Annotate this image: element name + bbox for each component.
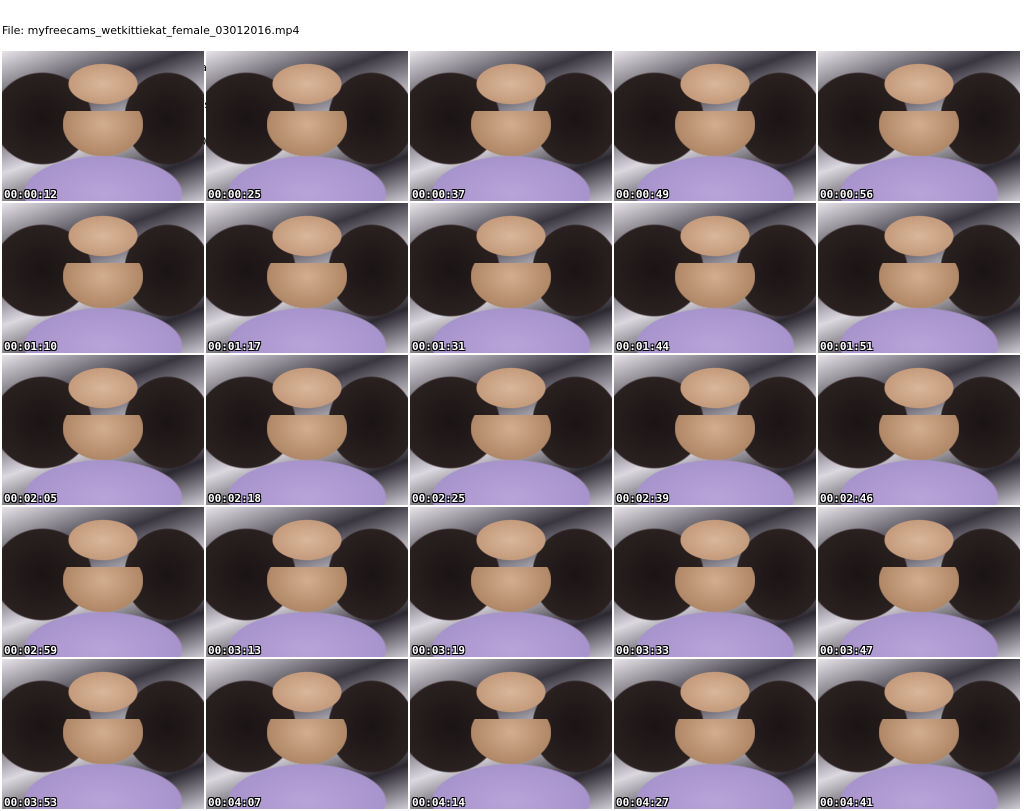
video-thumbnail: 00:02:59 [2,507,204,657]
frame-image [674,111,756,156]
thumbnail-timestamp: 00:00:12 [4,188,57,201]
frame-image [878,111,960,156]
thumbnail-timestamp: 00:01:44 [616,340,669,353]
frame-image [62,567,144,612]
frame-image [470,263,552,308]
frame-image [266,111,348,156]
thumbnail-timestamp: 00:02:18 [208,492,261,505]
frame-image [878,415,960,460]
video-thumbnail: 00:03:13 [206,507,408,657]
frame-image [878,263,960,308]
video-thumbnail: 00:03:53 [2,659,204,809]
frame-image [470,415,552,460]
file-name-line: File: myfreecams_wetkittiekat_female_030… [2,23,300,37]
video-thumbnail: 00:00:56 [818,51,1020,201]
thumbnail-timestamp: 00:02:59 [4,644,57,657]
video-thumbnail: 00:04:14 [410,659,612,809]
video-thumbnail: 00:02:46 [818,355,1020,505]
frame-image [266,415,348,460]
video-thumbnail: 00:01:17 [206,203,408,353]
thumbnail-timestamp: 00:03:53 [4,796,57,809]
video-thumbnail: 00:03:47 [818,507,1020,657]
video-thumbnail: 00:01:31 [410,203,612,353]
frame-image [674,567,756,612]
video-thumbnail: 00:03:19 [410,507,612,657]
video-thumbnail: 00:02:39 [614,355,816,505]
thumbnail-timestamp: 00:03:13 [208,644,261,657]
video-thumbnail: 00:01:10 [2,203,204,353]
video-thumbnail: 00:02:18 [206,355,408,505]
video-thumbnail: 00:04:41 [818,659,1020,809]
frame-image [266,263,348,308]
frame-image [878,719,960,764]
video-thumbnail: 00:00:25 [206,51,408,201]
frame-image [470,111,552,156]
thumbnail-timestamp: 00:00:49 [616,188,669,201]
thumbnail-timestamp: 00:00:56 [820,188,873,201]
video-thumbnail: 00:01:51 [818,203,1020,353]
video-thumbnail: 00:00:37 [410,51,612,201]
thumbnail-timestamp: 00:02:39 [616,492,669,505]
frame-image [470,719,552,764]
thumbnail-timestamp: 00:04:27 [616,796,669,809]
thumbnail-timestamp: 00:01:17 [208,340,261,353]
thumbnail-timestamp: 00:02:05 [4,492,57,505]
video-thumbnail: 00:00:12 [2,51,204,201]
thumbnail-timestamp: 00:00:25 [208,188,261,201]
frame-image [674,263,756,308]
video-thumbnail: 00:01:44 [614,203,816,353]
frame-image [62,415,144,460]
video-thumbnail: 00:02:25 [410,355,612,505]
thumbnail-timestamp: 00:04:14 [412,796,465,809]
thumbnail-timestamp: 00:01:31 [412,340,465,353]
thumbnail-timestamp: 00:02:46 [820,492,873,505]
video-thumbnail: 00:03:33 [614,507,816,657]
frame-image [62,719,144,764]
thumbnail-timestamp: 00:04:41 [820,796,873,809]
video-thumbnail: 00:04:07 [206,659,408,809]
frame-image [62,263,144,308]
thumbnail-timestamp: 00:01:10 [4,340,57,353]
thumbnail-timestamp: 00:01:51 [820,340,873,353]
thumbnail-timestamp: 00:02:25 [412,492,465,505]
thumbnail-timestamp: 00:03:19 [412,644,465,657]
frame-image [62,111,144,156]
thumbnail-timestamp: 00:03:33 [616,644,669,657]
thumbnail-grid: 00:00:12 00:00:25 00:00:37 00:00:49 00:00:56… [2,51,1020,809]
frame-image [470,567,552,612]
thumbnail-timestamp: 00:00:37 [412,188,465,201]
thumbnail-timestamp: 00:03:47 [820,644,873,657]
video-thumbnail: 00:04:27 [614,659,816,809]
video-thumbnail: 00:00:49 [614,51,816,201]
frame-image [266,567,348,612]
frame-image [674,415,756,460]
frame-image [878,567,960,612]
frame-image [674,719,756,764]
video-thumbnail: 00:02:05 [2,355,204,505]
thumbnail-timestamp: 00:04:07 [208,796,261,809]
frame-image [266,719,348,764]
